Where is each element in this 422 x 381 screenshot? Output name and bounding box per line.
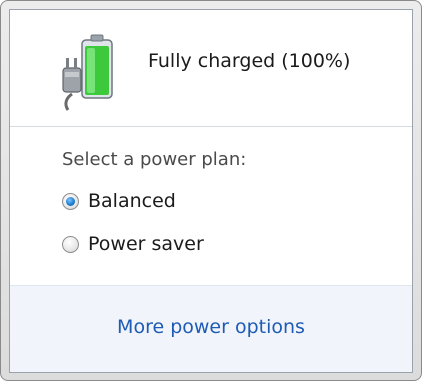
power-plan-section: Select a power plan: Balanced Power save… [10, 127, 412, 286]
power-plan-heading: Select a power plan: [62, 149, 247, 170]
radio-label-balanced: Balanced [88, 190, 176, 212]
radio-balanced[interactable] [62, 192, 79, 210]
battery-status-text: Fully charged (100%) [148, 50, 351, 72]
radio-label-power-saver: Power saver [88, 233, 204, 255]
battery-flyout: Fully charged (100%) Select a power plan… [9, 9, 413, 373]
more-power-options-link[interactable]: More power options [10, 316, 412, 338]
radio-power-saver[interactable] [62, 235, 79, 253]
power-plan-option-power-saver[interactable]: Power saver [62, 230, 204, 258]
window-frame: Fully charged (100%) Select a power plan… [0, 0, 422, 381]
footer-section: More power options [10, 286, 412, 372]
battery-status-section: Fully charged (100%) [10, 10, 412, 127]
power-plan-option-balanced[interactable]: Balanced [62, 187, 176, 215]
battery-plug-icon [58, 32, 118, 112]
